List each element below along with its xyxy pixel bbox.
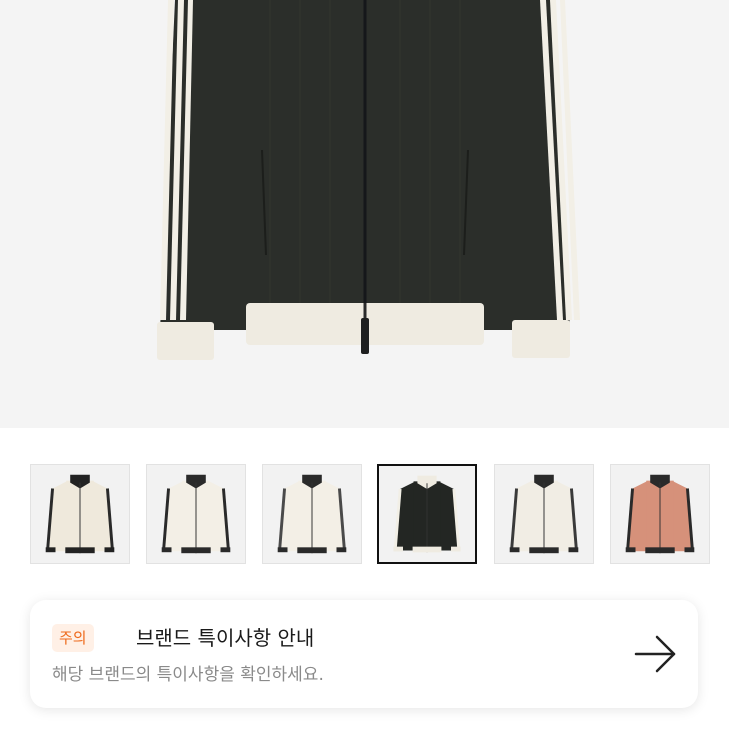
thumbnail-3[interactable] <box>262 464 362 564</box>
thumbnail-1[interactable] <box>30 464 130 564</box>
thumbnail-strip <box>0 428 729 578</box>
caution-badge: 주의 <box>52 624 94 652</box>
thumbnail-jacket-image <box>611 465 709 563</box>
product-main-image[interactable] <box>0 0 729 428</box>
thumbnail-jacket-image <box>31 465 129 563</box>
thumbnail-6[interactable] <box>610 464 710 564</box>
thumbnail-4-selected[interactable] <box>377 464 477 564</box>
arrow-right-icon[interactable] <box>634 634 678 674</box>
brand-notice-card[interactable]: 주의 브랜드 특이사항 안내 해당 브랜드의 특이사항을 확인하세요. <box>30 600 698 708</box>
thumbnail-jacket-image <box>147 465 245 563</box>
thumbnail-jacket-image <box>379 466 475 562</box>
thumbnail-2[interactable] <box>146 464 246 564</box>
jacket-illustration <box>0 0 729 428</box>
thumbnail-jacket-image <box>495 465 593 563</box>
notice-description: 해당 브랜드의 특이사항을 확인하세요. <box>52 665 324 685</box>
thumbnail-5[interactable] <box>494 464 594 564</box>
thumbnail-jacket-image <box>263 465 361 563</box>
notice-title: 브랜드 특이사항 안내 <box>136 626 315 650</box>
